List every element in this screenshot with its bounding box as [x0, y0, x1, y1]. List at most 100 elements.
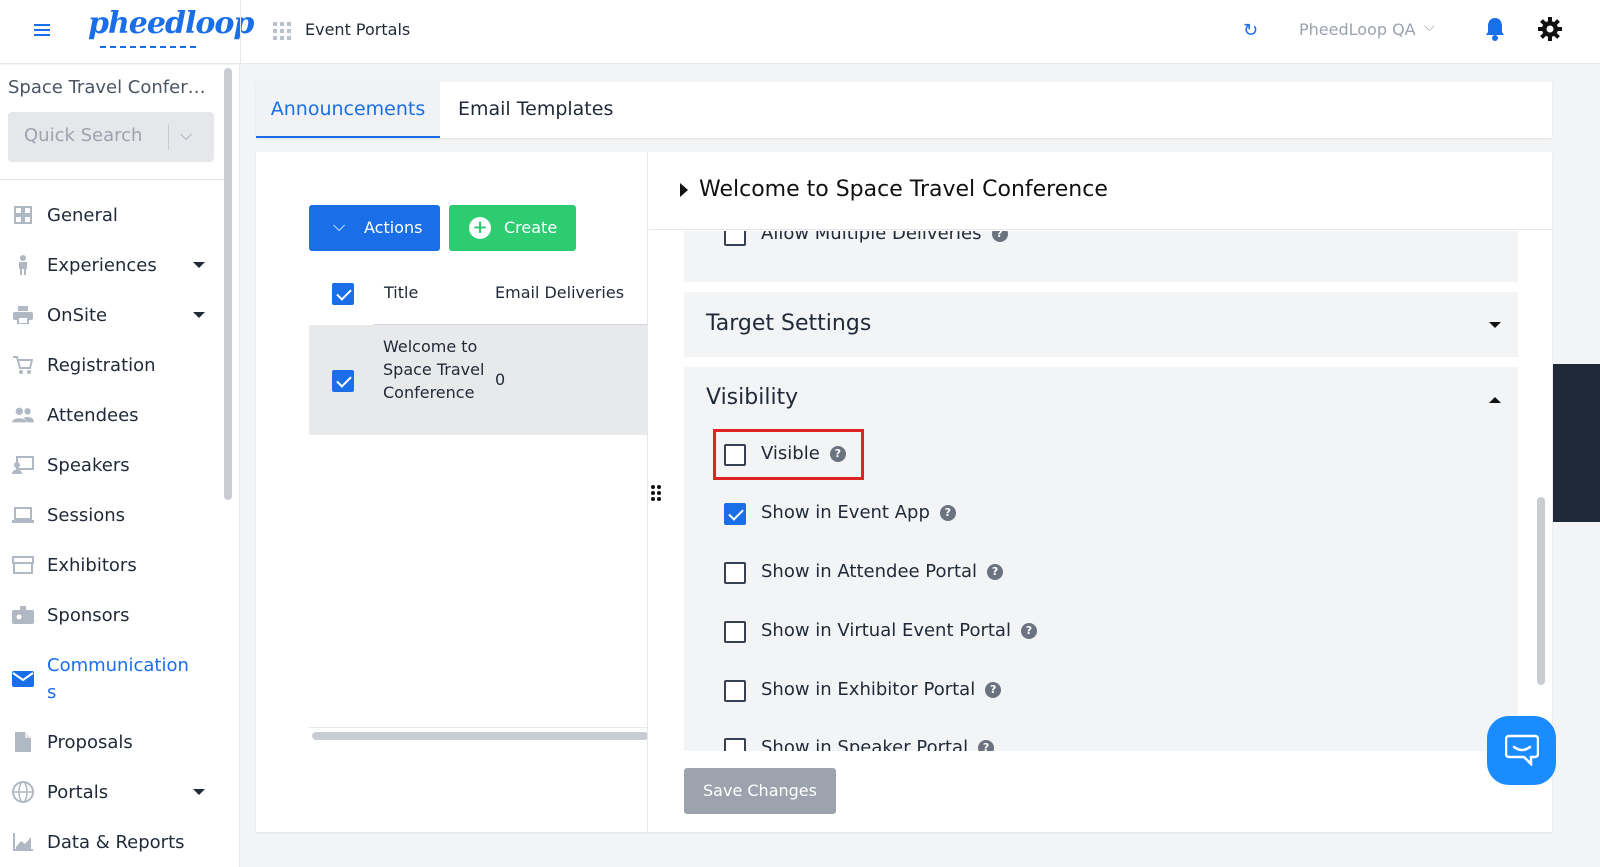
option-label: Show in Exhibitor Portal? [761, 679, 1002, 700]
show-in-virtual-event-portal-checkbox[interactable] [724, 621, 746, 643]
column-header-email-deliveries[interactable]: Email Deliveries [495, 283, 624, 302]
detail-scrollbar[interactable] [1537, 497, 1545, 685]
caret-down-icon[interactable] [193, 262, 205, 268]
select-all-checkbox[interactable] [332, 283, 354, 305]
sidebar-item-label: Sessions [47, 504, 126, 526]
actions-button[interactable]: ⌵ Actions [309, 205, 440, 251]
tab-email-templates[interactable]: Email Templates [458, 82, 613, 138]
sidebar-item-exhibitors[interactable]: Exhibitors [0, 540, 224, 590]
row-checkbox[interactable] [332, 370, 354, 392]
sidebar-item-label: Portals [47, 781, 109, 803]
event-name[interactable]: Space Travel Confer… [8, 77, 218, 98]
target-settings-label: Target Settings [706, 311, 872, 336]
sidebar-item-label: Proposals [47, 731, 133, 753]
sidebar-item-sponsors[interactable]: Sponsors [0, 590, 224, 640]
sidebar-item-attendees[interactable]: Attendees [0, 390, 224, 440]
help-icon[interactable]: ? [987, 564, 1004, 580]
gear-icon[interactable] [1537, 16, 1563, 42]
quick-search-placeholder: Quick Search [24, 125, 143, 146]
bell-icon[interactable] [1484, 16, 1506, 42]
printer-icon [12, 304, 34, 326]
chat-launcher-button[interactable] [1487, 716, 1556, 785]
sidebar-item-label: General [47, 204, 118, 226]
sidebar-item-registration[interactable]: Registration [0, 340, 224, 390]
sidebar-divider [0, 179, 224, 180]
quick-search[interactable]: Quick Search ⌵ [8, 112, 214, 162]
expand-triangle-icon[interactable] [680, 183, 688, 197]
row-email-deliveries: 0 [495, 370, 506, 389]
create-button-label: Create [504, 218, 558, 237]
help-icon[interactable]: ? [978, 740, 995, 751]
visible-checkbox[interactable] [724, 444, 746, 466]
sidebar-item-data-reports[interactable]: Data & Reports [0, 817, 224, 867]
table-row[interactable]: Welcome to Space Travel Conference 0 [309, 325, 647, 435]
announcement-detail-pane: Welcome to Space Travel Conference Allow… [649, 152, 1552, 832]
allow-multiple-deliveries-checkbox[interactable] [724, 231, 746, 246]
show-in-attendee-portal-checkbox[interactable] [724, 562, 746, 584]
chevron-down-icon[interactable]: ⌵ [180, 125, 192, 145]
org-selector[interactable]: PheedLoop QA [1299, 20, 1416, 39]
help-icon[interactable]: ? [939, 505, 956, 521]
help-icon[interactable]: ? [1020, 623, 1037, 639]
show-in-speaker-portal-checkbox[interactable] [724, 738, 746, 751]
laptop-icon [12, 504, 34, 526]
chat-bubble-icon [1505, 734, 1539, 766]
sidebar-item-sessions[interactable]: Sessions [0, 490, 224, 540]
visibility-label: Visibility [706, 385, 799, 410]
logo-underline [100, 46, 196, 48]
sidebar-item-label: Registration [47, 354, 156, 376]
feedback-tab[interactable] [1553, 364, 1600, 522]
app-section-title[interactable]: Event Portals [305, 20, 410, 39]
sidebar-item-onsite[interactable]: OnSite [0, 290, 224, 340]
refresh-icon[interactable]: ↻ [1243, 20, 1258, 41]
caret-down-icon[interactable] [1489, 322, 1501, 328]
column-header-title[interactable]: Title [384, 283, 418, 302]
visibility-section: Visibility Visible? Show in Event App? S… [684, 367, 1518, 751]
sidebar-item-speakers[interactable]: Speakers [0, 440, 224, 490]
sidebar-item-label: Experiences [47, 254, 157, 276]
target-settings-section[interactable]: Target Settings [684, 292, 1518, 357]
help-icon[interactable]: ? [985, 682, 1002, 698]
tab-announcements[interactable]: Announcements [256, 82, 440, 138]
caret-up-icon[interactable] [1489, 397, 1501, 403]
hamburger-icon[interactable] [34, 21, 50, 37]
cart-icon [12, 354, 34, 376]
announcement-list-pane: ⌵ Actions + Create Title Email Deliverie… [256, 152, 648, 832]
sidebar-item-label: Exhibitors [47, 554, 137, 576]
show-in-event-app-checkbox[interactable] [724, 503, 746, 525]
show-in-exhibitor-portal-checkbox[interactable] [724, 680, 746, 702]
sidebar-item-proposals[interactable]: Proposals [0, 717, 224, 767]
sidebar-nav: General Experiences OnSite Registration … [0, 190, 224, 867]
chevron-down-icon[interactable]: ⌵ [1424, 19, 1435, 35]
sidebar-scrollbar[interactable] [224, 68, 232, 500]
save-changes-button[interactable]: Save Changes [684, 768, 836, 814]
create-button[interactable]: + Create [449, 205, 576, 251]
sidebar-item-label: Attendees [47, 404, 139, 426]
detail-title[interactable]: Welcome to Space Travel Conference [699, 177, 1108, 202]
plus-icon: + [469, 217, 491, 239]
sidebar-item-experiences[interactable]: Experiences [0, 240, 224, 290]
sidebar-item-portals[interactable]: Portals [0, 767, 224, 817]
detail-scroll-area: Allow Multiple Deliveries? Target Settin… [649, 231, 1552, 751]
dashboard-icon [12, 204, 34, 226]
sidebar-item-general[interactable]: General [0, 190, 224, 240]
sidebar: Space Travel Confer… Quick Search ⌵ Gene… [0, 65, 240, 867]
delivery-settings-section: Allow Multiple Deliveries? [684, 231, 1518, 282]
caret-down-icon[interactable] [193, 789, 205, 795]
horizontal-scrollbar[interactable] [312, 732, 647, 740]
option-text: Show in Event App [761, 502, 930, 523]
sidebar-item-communications[interactable]: Communication s [0, 640, 224, 717]
grid-icon[interactable] [273, 22, 291, 40]
presenter-icon [12, 454, 34, 476]
sidebar-item-label: OnSite [47, 304, 108, 326]
help-icon[interactable]: ? [991, 231, 1008, 242]
option-label: Show in Virtual Event Portal? [761, 620, 1037, 641]
option-label: Visible? [761, 443, 846, 464]
row-title[interactable]: Welcome to Space Travel Conference [383, 335, 493, 404]
person-icon [12, 254, 34, 276]
people-icon [12, 404, 34, 426]
app-logo[interactable]: pheedloop [88, 6, 254, 41]
help-icon[interactable]: ? [829, 446, 846, 462]
caret-down-icon[interactable] [193, 312, 205, 318]
option-label: Show in Attendee Portal? [761, 561, 1004, 582]
